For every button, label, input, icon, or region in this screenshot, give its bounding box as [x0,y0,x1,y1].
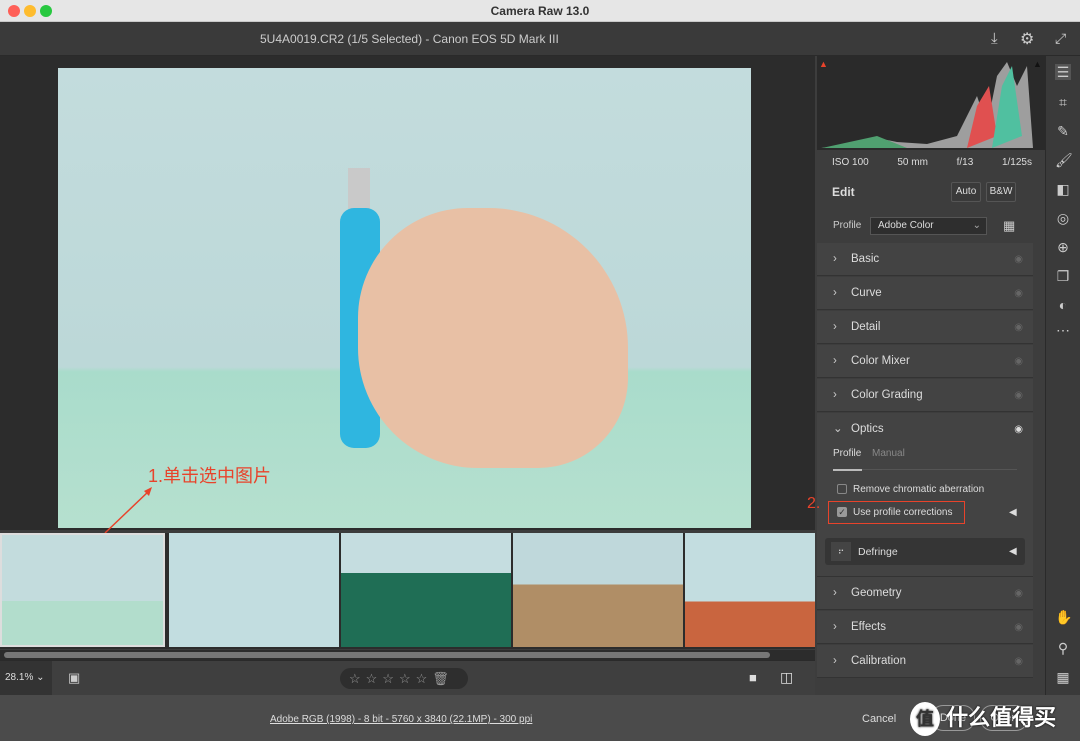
eye-icon: ◉ [1014,322,1023,333]
chevron-down-icon: ⌄ [972,220,981,231]
auto-button[interactable]: Auto [951,182,981,202]
annotation-step2: 2. [807,495,821,512]
gradient-icon[interactable]: ◧ [1055,181,1071,197]
filmstrip-icon[interactable]: ▣ [68,670,80,686]
eye-icon: ◉ [1014,588,1023,599]
expand-triangle-icon: ◀ [1009,546,1017,557]
hand-icon[interactable]: ✋ [1055,609,1072,625]
title-bar: Camera Raw 13.0 [0,0,1080,22]
section-color-mixer[interactable]: › Color Mixer ◉ [817,345,1033,378]
thumbnail-1[interactable] [0,533,165,647]
eye-icon: ◉ [1014,390,1023,401]
edit-sliders-icon[interactable]: ☰ [1055,64,1071,80]
shutter: 1/125s [1001,157,1032,168]
shadow-clipping-icon[interactable]: ▲ [819,59,828,69]
presets-icon[interactable]: ◐ [1055,297,1071,313]
use-profile-checkbox[interactable]: ✓ [837,507,847,517]
minimize-window-button[interactable] [24,5,36,17]
profile-select[interactable]: Adobe Color ⌄ [870,217,987,235]
trash-icon[interactable]: 🗑 [432,671,449,686]
aperture: f/13 [956,157,974,168]
section-effects[interactable]: › Effects ◉ [817,611,1033,644]
thumbnail-3[interactable] [341,533,511,647]
expand-triangle-icon[interactable]: ◀ [1009,507,1017,518]
thumbnail-4[interactable] [513,533,683,647]
focal-length: 50 mm [897,157,928,168]
grid-icon[interactable]: ▦ [1055,669,1071,685]
more-icon[interactable]: ⋯ [1055,322,1071,338]
section-curve[interactable]: › Curve ◉ [817,277,1033,310]
filmstrip-scrollbar[interactable] [0,650,815,660]
histogram: ▲ ▲ [817,56,1045,150]
preview-image [58,68,751,528]
defringe-icon: ⠖ [831,542,851,561]
brush-icon[interactable]: 🖌 [1055,152,1073,168]
eye-icon: ◉ [1014,424,1023,435]
header: 5U4A0019.CR2 (1/5 Selected) - Canon EOS … [0,22,1080,56]
view-mode-icon[interactable]: ■ [749,670,757,685]
tab-profile[interactable]: Profile [833,448,861,459]
fullscreen-icon[interactable]: ⤢ [1055,30,1066,47]
tab-manual[interactable]: Manual [872,448,905,459]
section-calibration[interactable]: › Calibration ◉ [817,645,1033,678]
exif-info: ISO 100 50 mm f/13 1/125s [832,157,1032,168]
remove-ca-label: Remove chromatic aberration [853,484,985,495]
footer: Adobe RGB (1998) - 8 bit - 5760 x 3840 (… [0,695,1080,741]
section-detail[interactable]: › Detail ◉ [817,311,1033,344]
chevron-down-icon: ⌄ [833,423,843,435]
eye-icon: ◉ [1014,622,1023,633]
zoom-select[interactable]: 28.1% ⌄ [0,661,52,695]
snapshots-icon[interactable]: ❐ [1055,268,1071,284]
profile-value: Adobe Color [878,220,934,231]
save-icon[interactable]: ⤓ [991,30,998,47]
thumbnail-2[interactable] [169,533,339,647]
zoom-value: 28.1% [5,672,34,683]
highlight-clipping-icon[interactable]: ▲ [1033,59,1042,69]
section-color-grading[interactable]: › Color Grading ◉ [817,379,1033,412]
section-geometry[interactable]: › Geometry ◉ [817,577,1033,610]
annotation-step1: 1.单击选中图片 [148,466,272,486]
healing-icon[interactable]: ✎ [1055,123,1071,139]
section-basic[interactable]: › Basic ◉ [817,243,1033,276]
thumbnail-5[interactable] [685,533,815,647]
remove-ca-checkbox[interactable] [837,484,847,494]
radial-filter-icon[interactable]: ◎ [1055,210,1071,226]
use-profile-label: Use profile corrections [853,507,953,518]
file-name: 5U4A0019.CR2 (1/5 Selected) - Canon EOS … [260,32,559,46]
bw-button[interactable]: B&W [986,182,1016,202]
iso: ISO 100 [832,157,869,168]
window-title: Camera Raw 13.0 [490,4,590,18]
eye-icon: ◉ [1014,254,1023,265]
rating-stars[interactable]: ☆☆☆☆☆🗑 [340,668,468,689]
profile-browser-icon[interactable]: ▦ [1003,218,1015,234]
defringe-row[interactable]: ⠖ Defringe ◀ [825,538,1025,565]
filmstrip [0,533,815,649]
red-eye-icon[interactable]: ⊕ [1055,239,1071,255]
eye-icon: ◉ [1014,356,1023,367]
profile-label: Profile [833,220,862,231]
eye-icon: ◉ [1014,656,1023,667]
tool-strip: ☰ ⌗ ✎ 🖌 ◧ ◎ ⊕ ❐ ◐ ⋯ ✋ ⚲ ▦ [1045,56,1080,695]
workflow-options-link[interactable]: Adobe RGB (1998) - 8 bit - 5760 x 3840 (… [270,714,532,725]
annotation-arrow [104,487,152,534]
watermark-logo: 值 什么值得买 [910,700,1056,736]
cancel-button[interactable]: Cancel [862,713,896,725]
before-after-icon[interactable]: ◫ [780,669,793,686]
eyedropper-icon[interactable]: ⚲ [1055,640,1071,656]
bottom-toolbar: 28.1% ⌄ ▣ ☆☆☆☆☆🗑 ■ ◫ [0,660,815,695]
eye-icon: ◉ [1014,288,1023,299]
edit-title: Edit [832,185,855,199]
gear-icon[interactable]: ⚙ [1020,29,1034,49]
defringe-label: Defringe [858,546,898,558]
maximize-window-button[interactable] [40,5,52,17]
crop-icon[interactable]: ⌗ [1055,94,1071,110]
close-window-button[interactable] [8,5,20,17]
